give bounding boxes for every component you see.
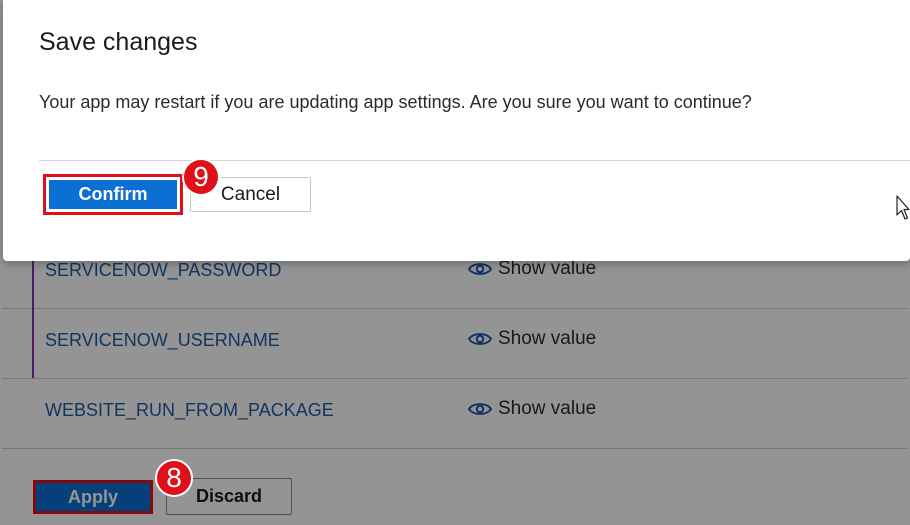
apply-button[interactable]: Apply <box>33 480 153 514</box>
show-value-button[interactable]: Show value <box>468 328 596 350</box>
confirm-button[interactable]: Confirm <box>43 174 183 215</box>
setting-name[interactable]: WEBSITE_RUN_FROM_PACKAGE <box>45 400 334 421</box>
divider <box>39 160 910 161</box>
show-value-label: Show value <box>498 398 597 419</box>
setting-name[interactable]: SERVICENOW_USERNAME <box>45 330 280 351</box>
apply-button-label: Apply <box>40 486 146 508</box>
confirm-button-label: Confirm <box>49 180 177 209</box>
setting-name[interactable]: SERVICENOW_PASSWORD <box>45 260 281 281</box>
step-badge: 9 <box>182 158 220 196</box>
eye-icon <box>468 403 492 415</box>
save-changes-dialog: Save changes Your app may restart if you… <box>3 0 910 261</box>
mouse-pointer-icon <box>896 195 910 220</box>
eye-icon <box>468 333 492 345</box>
page: SERVICENOW_PASSWORD Show value SERVICENO… <box>0 0 910 525</box>
show-value-button[interactable]: Show value <box>468 258 596 280</box>
step-badge: 8 <box>155 459 193 497</box>
table-row: SERVICENOW_USERNAME Show value <box>2 308 908 379</box>
table-row: WEBSITE_RUN_FROM_PACKAGE Show value <box>2 378 908 449</box>
show-value-label: Show value <box>498 328 597 349</box>
show-value-label: Show value <box>498 258 597 279</box>
show-value-button[interactable]: Show value <box>468 398 596 420</box>
eye-icon <box>468 263 492 275</box>
dialog-title: Save changes <box>39 28 198 56</box>
dialog-message: Your app may restart if you are updating… <box>39 92 752 112</box>
